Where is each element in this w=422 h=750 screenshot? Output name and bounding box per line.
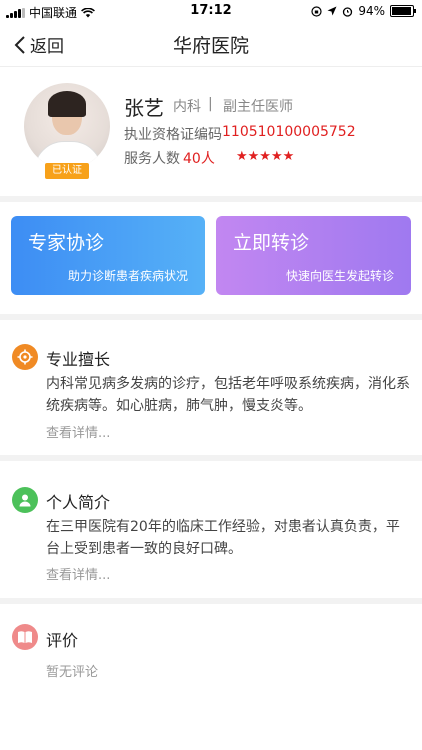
expert-consult-card[interactable]: 专家协诊 助力诊断患者疾病状况 [11,216,205,295]
nav-bar: 返回 华府医院 [0,22,422,67]
doctor-rank: 副主任医师 [223,99,293,115]
book-icon [12,624,38,650]
rating-stars: ★★★★★ [236,149,295,164]
divider [0,196,422,202]
section-text: 内科常见病多发病的诊疗，包括老年呼吸系统疾病，消化系统疾病等。如心脏病，肺气肿，… [46,376,410,414]
card-subtitle: 快速向医生发起转诊 [285,269,394,283]
section-title: 个人简介 [46,493,111,512]
divider [0,598,422,604]
referral-card[interactable]: 立即转诊 快速向医生发起转诊 [216,216,411,295]
section-text: 在三甲医院有20年的临床工作经验，对患者认真负责，平台上受到患者一致的良好口碑。 [46,519,400,557]
divider [0,314,422,320]
status-right: 94% [311,4,416,18]
divider [0,455,422,461]
section-title: 评价 [46,631,79,650]
page-title: 华府医院 [172,35,249,57]
status-bar: 中国联通 17:12 94% [0,0,422,22]
verified-badge: 已认证 [45,163,89,179]
alarm-icon [343,6,353,17]
avatar [24,83,110,169]
specialty-section: 专业擅长 内科常见病多发病的诊疗，包括老年呼吸系统疾病，消化系统疾病等。如心脏病… [0,330,422,452]
card-subtitle: 助力诊断患者疾病状况 [67,269,188,283]
view-details-link[interactable]: 查看详情... [46,422,110,441]
service-count-label: 服务人数 [124,151,180,167]
card-title: 专家协诊 [28,232,105,254]
target-icon [12,344,38,370]
card-title: 立即转诊 [233,232,310,254]
service-count-value: 40人 [183,151,215,167]
license-value: 110510100005752 [222,124,356,140]
battery-percent: 94% [358,4,385,18]
reviews-section: 评价 暂无评论 [0,612,422,692]
battery-icon [390,5,416,17]
location-icon [327,6,337,16]
person-icon [12,487,38,513]
section-title: 专业擅长 [46,350,111,369]
info-separator: | [208,96,213,112]
no-reviews-text: 暂无评论 [46,665,99,680]
doctor-department: 内科 [173,99,201,115]
lock-rotation-icon [311,5,322,17]
intro-section: 个人简介 在三甲医院有20年的临床工作经验，对患者认真负责，平台上受到患者一致的… [0,472,422,596]
view-details-link[interactable]: 查看详情... [46,564,110,583]
doctor-name: 张艺 [124,96,164,120]
license-label: 执业资格证编码 [124,127,222,143]
doctor-profile: 已认证 张艺 内科 | 副主任医师 执业资格证编码 11051010000575… [0,67,422,195]
